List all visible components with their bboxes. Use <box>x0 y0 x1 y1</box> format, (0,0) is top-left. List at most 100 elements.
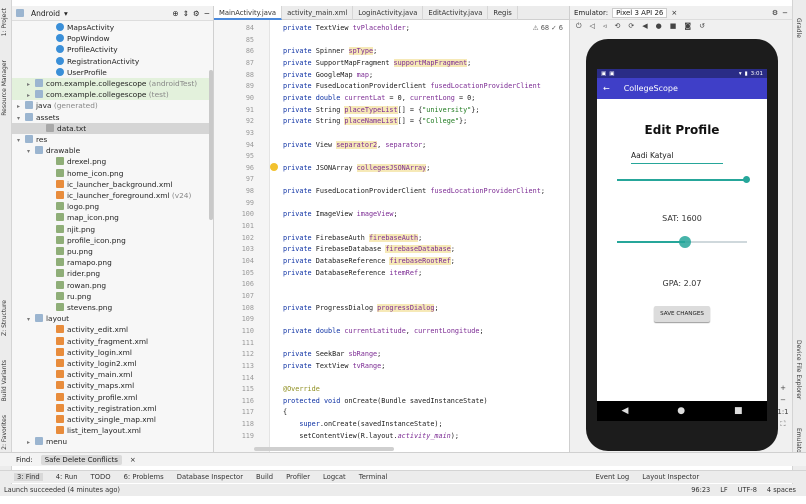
gpa-seekbar[interactable] <box>617 235 747 249</box>
gear-icon[interactable]: ⚙ <box>193 9 200 18</box>
tree-item[interactable]: RegistrationActivity <box>12 56 210 67</box>
line-separator[interactable]: LF <box>720 486 727 494</box>
nav-back-icon[interactable]: ◀ <box>621 406 628 416</box>
hide-icon[interactable]: − <box>782 9 788 17</box>
tree-item[interactable]: ▾ layout <box>12 313 210 324</box>
close-icon[interactable]: × <box>671 9 677 17</box>
tool-window-button[interactable]: Event Log <box>595 473 629 481</box>
tree-item[interactable]: PopWindow <box>12 33 210 44</box>
build-variants-tab[interactable]: Build Variants <box>1 360 8 401</box>
collapse-icon[interactable]: ⇕ <box>183 9 189 18</box>
tree-item[interactable]: ▸ com.example.collegescope (test) <box>12 89 210 101</box>
tree-item[interactable]: ramapo.png <box>12 257 210 268</box>
device-file-explorer-tab[interactable]: Device File Explorer <box>795 340 802 399</box>
tree-item[interactable]: activity_login.xml <box>12 347 210 358</box>
tool-window-button[interactable]: TODO <box>91 473 111 481</box>
project-tool-tab[interactable]: 1: Project <box>1 8 8 36</box>
file-encoding[interactable]: UTF-8 <box>738 486 757 494</box>
home-icon[interactable]: ● <box>656 22 662 30</box>
tree-item[interactable]: list_item_layout.xml <box>12 425 210 436</box>
favorites-tab[interactable]: 2: Favorites <box>1 415 8 450</box>
nav-recents-icon[interactable]: ■ <box>734 406 743 416</box>
tree-item[interactable]: ▾ res <box>12 134 210 145</box>
tree-item[interactable]: drexel.png <box>12 156 210 167</box>
lightbulb-icon[interactable] <box>270 163 278 171</box>
editor-tab[interactable]: Regis <box>488 6 518 20</box>
tree-item[interactable]: rider.png <box>12 268 210 279</box>
zoom-one-to-one[interactable]: 1:1 <box>777 408 788 416</box>
tree-item[interactable]: activity_login2.xml <box>12 358 210 369</box>
rotate-right-icon[interactable]: ⟳ <box>628 22 634 30</box>
editor-tab[interactable]: EditActivity.java <box>423 6 489 20</box>
tree-item[interactable]: ▸ menu <box>12 436 210 447</box>
close-icon[interactable]: × <box>130 456 136 464</box>
tool-window-button[interactable]: Build <box>256 473 273 481</box>
back-icon[interactable]: ◀ <box>642 22 647 30</box>
tree-item[interactable]: profile_icon.png <box>12 235 210 246</box>
tree-item[interactable]: activity_fragment.xml <box>12 336 210 347</box>
editor-tab[interactable]: activity_main.xml <box>282 6 354 20</box>
tree-item[interactable]: ic_launcher_foreground.xml (v24) <box>12 190 210 201</box>
tree-item[interactable]: stevens.png <box>12 302 210 313</box>
tree-item[interactable]: ProfileActivity <box>12 44 210 55</box>
cursor-position[interactable]: 96:23 <box>691 486 710 494</box>
project-scrollbar[interactable] <box>209 70 213 220</box>
find-tab[interactable]: Safe Delete Conflicts <box>40 454 122 465</box>
tree-item[interactable]: activity_edit.xml <box>12 324 210 335</box>
sat-seekbar[interactable] <box>617 175 750 185</box>
tree-item[interactable]: data.txt <box>12 122 210 134</box>
tree-item[interactable]: ic_launcher_background.xml <box>12 179 210 190</box>
gear-icon[interactable]: ⚙ <box>772 9 778 17</box>
hide-icon[interactable]: − <box>204 9 210 18</box>
editor-tab[interactable]: MainActivity.java <box>214 6 283 20</box>
volume-down-icon[interactable]: ◃ <box>603 22 607 30</box>
tree-item[interactable]: logo.png <box>12 201 210 212</box>
tool-window-button[interactable]: Layout Inspector <box>642 473 699 481</box>
back-arrow-icon[interactable]: ← <box>603 84 610 93</box>
locate-icon[interactable]: ⊕ <box>172 9 178 18</box>
editor-tab[interactable]: LoginActivity.java <box>353 6 424 20</box>
rotate-left-icon[interactable]: ⟲ <box>614 22 620 30</box>
camera-icon[interactable]: ◙ <box>684 22 691 30</box>
overview-icon[interactable]: ■ <box>670 22 677 30</box>
tree-item[interactable]: activity_single_map.xml <box>12 414 210 425</box>
tree-item[interactable]: rowan.png <box>12 280 210 291</box>
tool-window-button[interactable]: Logcat <box>323 473 346 481</box>
snapshot-icon[interactable]: ↺ <box>699 22 705 30</box>
tool-window-button[interactable]: 3: Find <box>14 473 43 481</box>
tree-item[interactable]: activity_maps.xml <box>12 380 210 391</box>
tool-window-button[interactable]: Terminal <box>359 473 388 481</box>
save-changes-button[interactable]: SAVE CHANGES <box>654 306 710 322</box>
tree-item[interactable]: ru.png <box>12 291 210 302</box>
nav-home-icon[interactable]: ● <box>677 406 685 416</box>
tool-window-button[interactable]: 6: Problems <box>124 473 164 481</box>
chevron-down-icon[interactable]: ▾ <box>64 9 68 18</box>
tree-item[interactable]: map_icon.png <box>12 212 210 223</box>
tree-item[interactable]: pu.png <box>12 246 210 257</box>
tree-item[interactable]: activity_main.xml <box>12 369 210 380</box>
tree-item[interactable]: UserProfile <box>12 67 210 78</box>
name-field[interactable]: Aadi Katyal <box>631 151 723 164</box>
device-screen[interactable]: ▣ ▣ ▾ ▮ 3:01 ← CollegeScope Edit Profile… <box>597 69 767 421</box>
code-editor[interactable]: 84 85 86 87 88 89 90 91 92 93 94 95 96 97 98 99 100 101 10… <box>214 20 569 452</box>
gradle-tab[interactable]: Gradle <box>795 18 802 38</box>
inspection-widget[interactable]: ⚠ 68 ✓ 6 <box>532 24 563 32</box>
power-icon[interactable]: ⏻ <box>576 22 582 31</box>
tree-item[interactable]: njit.png <box>12 224 210 235</box>
tool-window-button[interactable]: Database Inspector <box>177 473 243 481</box>
project-view-selector[interactable]: Android <box>31 9 60 18</box>
volume-up-icon[interactable]: ◁ <box>590 22 595 30</box>
editor-hscrollbar[interactable] <box>254 447 394 451</box>
chevron-right-icon[interactable]: ▸ <box>27 437 35 448</box>
device-tab[interactable]: Pixel 3 API 26 <box>612 7 668 18</box>
structure-tab[interactable]: Z: Structure <box>1 300 8 336</box>
tree-item[interactable]: ▾ assets <box>12 112 210 123</box>
fit-screen-icon[interactable]: ⛶ <box>781 420 786 429</box>
tree-item[interactable]: ▾ drawable <box>12 145 210 156</box>
tree-item[interactable]: activity_profile.xml <box>12 392 210 403</box>
tree-item[interactable]: activity_registration.xml <box>12 403 210 414</box>
tool-window-button[interactable]: Profiler <box>286 473 310 481</box>
tree-item[interactable]: home_icon.png <box>12 168 210 179</box>
tree-item[interactable]: MapsActivity <box>12 22 210 33</box>
zoom-in-icon[interactable]: + <box>780 384 786 392</box>
